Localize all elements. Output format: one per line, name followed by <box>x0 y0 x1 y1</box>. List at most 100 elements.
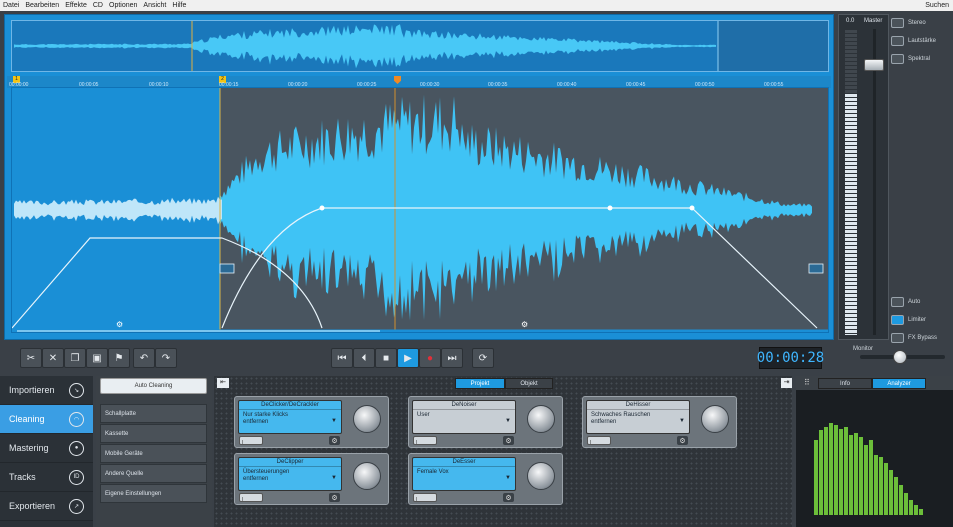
fx-limiter-button[interactable]: Limiter <box>889 311 949 329</box>
preset-mobile-geraete[interactable]: Mobile Geräte <box>100 444 207 463</box>
analyzer-bar <box>829 423 833 515</box>
left-fade-settings-icon[interactable]: ⚙ <box>116 320 123 329</box>
nav-mastering[interactable]: Mastering ● <box>0 434 93 463</box>
analyzer-bar <box>904 493 908 515</box>
cleaning-icon: ◠ <box>69 411 84 427</box>
loop-icon: ⟳ <box>478 352 488 364</box>
rewind-button[interactable]: ⏮ <box>331 348 353 368</box>
view-volume-button[interactable]: Lautstärke <box>889 32 949 50</box>
denoiser-preset-select[interactable]: DeNoiser User ▼ <box>412 400 516 434</box>
analyzer-bar <box>839 429 843 515</box>
analyzer-bar <box>899 485 903 515</box>
module-title: DeClicker/DeCrackler <box>239 401 341 410</box>
cut-button[interactable]: ✂ <box>20 348 42 368</box>
redo-button[interactable]: ↷ <box>155 348 177 368</box>
preset-andere-quelle[interactable]: Andere Quelle <box>100 464 207 483</box>
declicker-settings-icon[interactable]: ⚙ <box>329 436 340 445</box>
next-button[interactable]: ⏭ <box>441 348 463 368</box>
scissors-icon: ✂ <box>26 352 36 364</box>
declipper-settings-icon[interactable]: ⚙ <box>329 493 340 502</box>
dropdown-arrow-icon: ▼ <box>331 475 337 481</box>
grid-icon[interactable]: ⠿ <box>804 378 810 387</box>
play-icon: ▶ <box>404 352 412 364</box>
preset-eigene-einstellungen[interactable]: Eigene Einstellungen <box>100 484 207 503</box>
tab-projekt[interactable]: Projekt <box>455 378 505 389</box>
declipper-toggle[interactable]: I <box>239 493 263 503</box>
declicker-knob[interactable] <box>353 405 381 433</box>
deesser-knob[interactable] <box>527 462 555 490</box>
denoiser-settings-icon[interactable]: ⚙ <box>503 436 514 445</box>
play-button[interactable]: ▶ <box>397 348 419 368</box>
dehisser-toggle[interactable]: I <box>587 436 611 446</box>
auto-cleaning-button[interactable]: Auto Cleaning <box>100 378 207 394</box>
dehisser-preset-select[interactable]: DeHisser Schwaches Rauschen entfernen ▼ <box>586 400 690 434</box>
deesser-preset-select[interactable]: DeEsser Female Vox ▼ <box>412 457 516 491</box>
menu-effekte[interactable]: Effekte <box>62 0 90 11</box>
denoiser-knob[interactable] <box>527 405 555 433</box>
preset-schallplatte[interactable]: Schallplatte <box>100 404 207 423</box>
toggle-glyph: I <box>590 440 592 446</box>
tab-analyzer[interactable]: Analyzer <box>872 378 926 389</box>
copy-button[interactable]: ❐ <box>64 348 86 368</box>
volume-curve-icon <box>891 36 904 46</box>
delete-button[interactable]: ✕ <box>42 348 64 368</box>
menu-ansicht[interactable]: Ansicht <box>140 0 169 11</box>
nav-importieren[interactable]: Importieren ↘ <box>0 376 93 405</box>
master-fader-track <box>873 29 876 335</box>
right-fade-settings-icon[interactable]: ⚙ <box>521 320 528 329</box>
nav-cleaning[interactable]: Cleaning ◠ <box>0 405 93 434</box>
analyzer-bar <box>879 457 883 515</box>
deesser-toggle[interactable]: I <box>413 493 437 503</box>
denoiser-toggle[interactable]: I <box>413 436 437 446</box>
app-window: Datei Bearbeiten Effekte CD Optionen Ans… <box>0 0 953 527</box>
menu-cd[interactable]: CD <box>90 0 106 11</box>
module-value: Schwaches Rauschen entfernen <box>591 412 651 425</box>
stop-button[interactable]: ■ <box>375 348 397 368</box>
tab-objekt[interactable]: Objekt <box>505 378 553 389</box>
dehisser-knob[interactable] <box>701 405 729 433</box>
menu-hilfe[interactable]: Hilfe <box>169 0 189 11</box>
view-mode-buttons: Stereo Lautstärke Spektral <box>889 14 949 84</box>
module-value: Female Vox <box>417 469 449 475</box>
paste-button[interactable]: ▣ <box>86 348 108 368</box>
expand-right-icon[interactable]: ⇥ <box>781 378 792 388</box>
collapse-left-icon[interactable]: ⇤ <box>217 378 229 388</box>
fx-auto-button[interactable]: Auto <box>889 293 949 311</box>
menu-datei[interactable]: Datei <box>0 0 22 11</box>
analyzer-bar <box>844 427 848 515</box>
import-icon: ↘ <box>69 382 84 398</box>
spectrum-analyzer <box>796 390 953 527</box>
nav-exportieren[interactable]: Exportieren ↗ <box>0 492 93 521</box>
tab-info[interactable]: Info <box>818 378 872 389</box>
declicker-toggle[interactable]: I <box>239 436 263 446</box>
copy-icon: ❐ <box>70 352 80 364</box>
preset-kassette[interactable]: Kassette <box>100 424 207 443</box>
view-spectral-button[interactable]: Spektral <box>889 50 949 68</box>
master-meter: 0.0 Master <box>838 14 889 340</box>
stop-icon: ■ <box>382 352 390 364</box>
analyzer-bar <box>824 427 828 515</box>
toggle-glyph: I <box>416 440 418 446</box>
declipper-preset-select[interactable]: DeClipper Übersteuerungen entfernen ▼ <box>238 457 342 491</box>
view-stereo-button[interactable]: Stereo <box>889 14 949 32</box>
menu-optionen[interactable]: Optionen <box>106 0 140 11</box>
deesser-settings-icon[interactable]: ⚙ <box>503 493 514 502</box>
undo-button[interactable]: ↶ <box>133 348 155 368</box>
dehisser-settings-icon[interactable]: ⚙ <box>677 436 688 445</box>
record-button[interactable]: ● <box>419 348 441 368</box>
declipper-knob[interactable] <box>353 462 381 490</box>
search-link[interactable]: Suchen <box>922 0 953 11</box>
loop-button[interactable]: ⟳ <box>472 348 494 368</box>
module-value: User <box>417 412 430 418</box>
auto-icon <box>891 297 904 307</box>
nav-tracks[interactable]: Tracks ID <box>0 463 93 492</box>
waveform-overview[interactable] <box>11 20 829 72</box>
dropdown-arrow-icon: ▼ <box>679 418 685 424</box>
previous-button[interactable]: ⏴ <box>353 348 375 368</box>
marker-button[interactable]: ⚑ <box>108 348 130 368</box>
waveform-main[interactable]: ⚙ ⚙ <box>11 87 829 333</box>
playhead-marker[interactable] <box>394 76 401 84</box>
menu-bearbeiten[interactable]: Bearbeiten <box>22 0 62 11</box>
master-fader-knob[interactable] <box>864 59 884 71</box>
declicker-preset-select[interactable]: DeClicker/DeCrackler Nur starke Klicks e… <box>238 400 342 434</box>
